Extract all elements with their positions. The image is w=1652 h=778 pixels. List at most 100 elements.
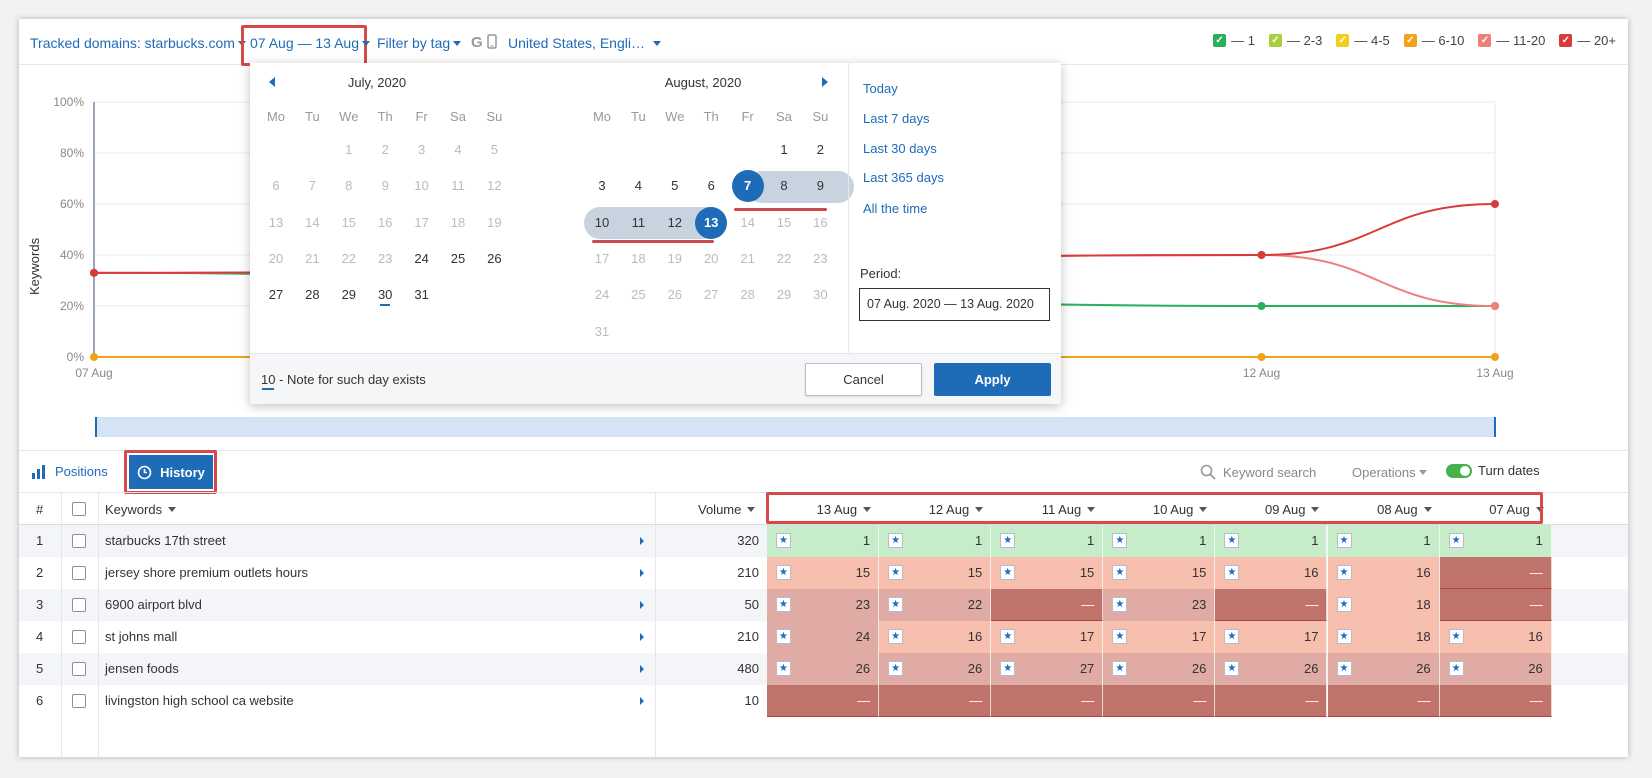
legend-item[interactable]: ✓ — 20+ [1559,33,1616,48]
star-icon[interactable]: ★ [888,597,904,612]
calendar-day[interactable]: 6 [258,171,294,201]
star-icon[interactable]: ★ [1336,629,1352,644]
calendar-day[interactable]: 28 [730,280,766,310]
position-cell[interactable]: ★ 23 [1103,589,1216,621]
table-row[interactable]: 5 jensen foods 480 ★ 26 ★ 26 ★ 27 ★ 26 ★ 26 ★ 26 ★ 26 [19,653,1628,685]
star-icon[interactable]: ★ [776,533,791,548]
position-cell[interactable]: — [879,685,992,717]
position-cell[interactable]: ★ 22 [879,589,992,621]
position-cell[interactable]: — [1327,685,1440,717]
calendar-day[interactable]: 27 [258,280,294,310]
location-dropdown[interactable]: United States, Engli… [508,35,661,51]
star-icon[interactable]: ★ [1336,533,1352,548]
calendar-day[interactable]: 29 [331,280,367,310]
legend-item[interactable]: ✓ — 11-20 [1478,33,1545,48]
calendar-day[interactable]: 10 [404,171,440,201]
position-cell[interactable]: — [1215,589,1328,621]
calendar-day[interactable]: 31 [404,280,440,310]
calendar-day[interactable]: 27 [693,280,729,310]
calendar-day[interactable]: 4 [620,171,656,201]
preset-all-the-time[interactable]: All the time [863,201,927,216]
star-icon[interactable]: ★ [1336,565,1352,580]
calendar-day[interactable]: 3 [404,135,440,165]
calendar-day[interactable]: 23 [367,244,403,274]
position-cell[interactable]: ★ 23 [767,589,880,621]
star-icon[interactable]: ★ [776,597,791,612]
row-checkbox[interactable] [72,630,86,644]
position-cell[interactable]: — [1439,557,1552,589]
expand-arrow-icon[interactable] [640,697,644,705]
position-cell[interactable]: ★ 1 [991,525,1104,557]
calendar-day[interactable]: 8 [331,171,367,201]
star-icon[interactable]: ★ [1112,661,1128,676]
tracked-domains-dropdown[interactable]: Tracked domains: starbucks.com [30,35,246,51]
preset-today[interactable]: Today [863,81,898,96]
calendar-day[interactable]: 15 [766,208,802,238]
calendar-day[interactable]: 4 [440,135,476,165]
position-cell[interactable]: ★ 15 [1103,557,1216,589]
expand-arrow-icon[interactable] [640,537,644,545]
calendar-day[interactable]: 16 [802,208,838,238]
legend-checkbox-icon[interactable]: ✓ [1213,34,1227,47]
position-cell[interactable]: — [1215,685,1328,717]
calendar-day[interactable]: 9 [367,171,403,201]
calendar-day[interactable]: 11 [620,208,656,238]
table-row[interactable]: 3 6900 airport blvd 50 ★ 23 ★ 22 — ★ 23 — ★ 18 — [19,589,1628,621]
tab-positions[interactable]: Positions [31,464,108,479]
position-cell[interactable]: ★ 16 [879,621,992,653]
calendar-day[interactable]: 22 [331,244,367,274]
filter-by-tag-dropdown[interactable]: Filter by tag [377,35,462,51]
position-cell[interactable]: ★ 26 [767,653,880,685]
star-icon[interactable]: ★ [776,565,791,580]
position-cell[interactable]: ★ 1 [879,525,992,557]
legend-checkbox-icon[interactable]: ✓ [1478,34,1492,47]
row-checkbox[interactable] [72,662,86,676]
position-cell[interactable]: ★ 15 [767,557,880,589]
position-cell[interactable]: ★ 17 [1103,621,1216,653]
star-icon[interactable]: ★ [888,629,904,644]
row-checkbox[interactable] [72,534,86,548]
position-cell[interactable]: ★ 24 [767,621,880,653]
calendar-day[interactable]: 24 [584,280,620,310]
star-icon[interactable]: ★ [1000,661,1016,676]
position-cell[interactable]: — [767,685,880,717]
calendar-day[interactable]: 20 [258,244,294,274]
position-cell[interactable]: ★ 1 [1215,525,1328,557]
calendar-day[interactable]: 14 [730,208,766,238]
table-row[interactable]: 4 st johns mall 210 ★ 24 ★ 16 ★ 17 ★ 17 ★ 17 ★ 18 ★ 16 [19,621,1628,653]
star-icon[interactable]: ★ [888,533,904,548]
calendar-day[interactable]: 15 [331,208,367,238]
calendar-day[interactable]: 26 [657,280,693,310]
position-cell[interactable]: ★ 26 [1103,653,1216,685]
calendar-day[interactable]: 21 [294,244,330,274]
calendar-day[interactable]: 22 [766,244,802,274]
expand-arrow-icon[interactable] [640,601,644,609]
calendar-day[interactable]: 21 [730,244,766,274]
position-cell[interactable]: ★ 18 [1327,621,1440,653]
position-cell[interactable]: ★ 26 [1439,653,1552,685]
calendar-day[interactable]: 7 [294,171,330,201]
position-cell[interactable]: — [1439,589,1552,621]
position-cell[interactable]: ★ 1 [1439,525,1552,557]
legend-item[interactable]: ✓ — 4-5 [1336,33,1390,48]
expand-arrow-icon[interactable] [640,665,644,673]
calendar-day[interactable]: 5 [657,171,693,201]
calendar-day[interactable]: 6 [693,171,729,201]
operations-dropdown[interactable]: Operations [1352,465,1427,480]
position-cell[interactable]: ★ 16 [1327,557,1440,589]
position-cell[interactable]: ★ 15 [991,557,1104,589]
calendar-day[interactable]: 18 [440,208,476,238]
star-icon[interactable]: ★ [1224,533,1240,548]
calendar-day[interactable]: 8 [766,171,802,201]
calendar-day[interactable]: 25 [620,280,656,310]
expand-arrow-icon[interactable] [640,569,644,577]
legend-item[interactable]: ✓ — 2-3 [1268,33,1322,48]
legend-checkbox-icon[interactable]: ✓ [1336,34,1350,47]
calendar-day[interactable]: 3 [584,171,620,201]
calendar-day[interactable]: 30 [802,280,838,310]
calendar-day[interactable]: 20 [693,244,729,274]
star-icon[interactable]: ★ [1224,629,1240,644]
calendar-day[interactable]: 30 [367,280,403,310]
star-icon[interactable]: ★ [1112,629,1128,644]
star-icon[interactable]: ★ [1336,661,1352,676]
